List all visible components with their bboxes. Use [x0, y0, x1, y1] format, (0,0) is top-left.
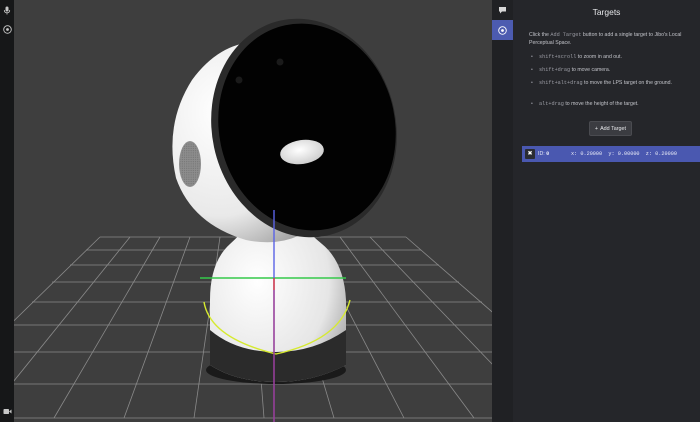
tip-text: to move the LPS target on the ground.	[582, 80, 672, 86]
x-label: x:	[571, 151, 578, 157]
plus-icon: +	[594, 125, 599, 132]
target-row[interactable]: ✖ ID: 0 x: 0.20000 y: 0.00000 z: 0.20000	[522, 146, 700, 162]
eye-icon[interactable]	[0, 22, 14, 36]
x-value: 0.20000	[580, 151, 603, 157]
add-target-label: Add Target	[600, 125, 627, 132]
scene-canvas[interactable]	[14, 0, 492, 422]
intro-code: Add Target	[550, 32, 582, 38]
intro-text: Click the Add Target button to add a sin…	[529, 31, 693, 47]
tip-code: shift+scroll	[539, 54, 577, 60]
add-target-button[interactable]: + Add Target	[589, 121, 632, 136]
target-id-label: ID:	[538, 151, 545, 157]
camera-icon[interactable]	[0, 404, 14, 418]
tip-code: shift+alt+drag	[539, 80, 583, 86]
target-coords: x: 0.20000 y: 0.00000 z: 0.20000	[571, 151, 677, 157]
left-toolbar	[0, 0, 14, 422]
tip-item: • shift+scroll to zoom in and out.	[531, 54, 622, 60]
tip-item: • alt+drag to move the height of the targ…	[531, 101, 639, 107]
remove-target-icon[interactable]: ✖	[525, 149, 535, 159]
z-label: z:	[645, 151, 653, 157]
panel-title: Targets	[592, 7, 621, 17]
eye-icon[interactable]	[492, 20, 513, 40]
y-label: y:	[608, 151, 615, 157]
tip-item: • shift+drag to move camera.	[531, 67, 611, 73]
y-value: 0.00000	[617, 151, 640, 157]
speech-bubble-icon[interactable]	[492, 0, 513, 20]
robot-head[interactable]	[172, 1, 416, 254]
target-id: ID: 0	[538, 151, 549, 157]
target-id-value: 0	[546, 151, 550, 157]
tip-item: • shift+alt+drag to move the LPS target o…	[531, 80, 672, 86]
tip-text: to zoom in and out.	[576, 54, 622, 60]
panel-tabs	[492, 0, 513, 422]
z-value: 0.20000	[655, 151, 677, 157]
tip-code: shift+drag	[539, 67, 571, 73]
tip-text: to move the height of the target.	[563, 101, 639, 107]
intro-pre: Click the	[529, 32, 551, 38]
targets-panel: Targets Click the Add Target button to a…	[513, 0, 700, 422]
microphone-icon[interactable]	[0, 3, 14, 17]
lps-3d-viewport[interactable]	[14, 0, 492, 422]
tip-code: alt+drag	[539, 101, 564, 107]
tip-text: to move camera.	[570, 67, 611, 73]
